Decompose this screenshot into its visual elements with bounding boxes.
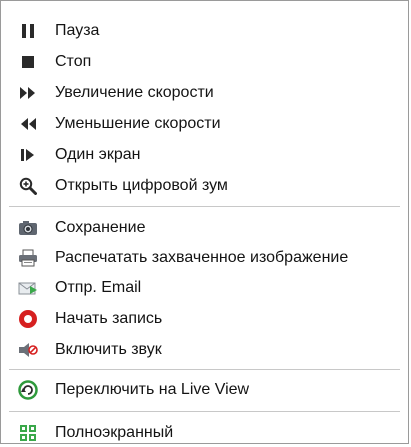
context-menu: Пауза Стоп Увеличение скорости Уменьшени… (0, 0, 409, 444)
zoom-icon (17, 175, 39, 197)
menu-item-audio[interactable]: Включить звук (1, 336, 408, 364)
menu-item-print[interactable]: Распечатать захваченное изображение (1, 244, 408, 272)
fullscreen-icon (17, 422, 39, 444)
menu-item-label: Сохранение (55, 219, 146, 236)
menu-item-live-view[interactable]: Переключить на Live View (1, 376, 408, 404)
menu-item-single-screen[interactable]: Один экран (1, 141, 408, 169)
menu-item-label: Стоп (55, 53, 92, 70)
menu-item-slow-down[interactable]: Уменьшение скорости (1, 110, 408, 138)
menu-item-label: Полноэкранный (55, 424, 174, 441)
menu-item-label: Начать запись (55, 310, 163, 327)
pause-icon (17, 20, 39, 42)
rewind-icon (17, 113, 39, 135)
menu-separator (9, 369, 400, 370)
record-icon (17, 308, 39, 330)
menu-item-record[interactable]: Начать запись (1, 305, 408, 333)
menu-item-label: Распечатать захваченное изображение (55, 249, 349, 266)
menu-item-digital-zoom[interactable]: Открыть цифровой зум (1, 172, 408, 200)
fast-forward-icon (17, 82, 39, 104)
camera-icon (17, 217, 39, 239)
menu-item-label: Один экран (55, 146, 141, 163)
menu-item-label: Переключить на Live View (55, 381, 250, 398)
menu-item-label: Включить звук (55, 341, 162, 358)
printer-icon (17, 247, 39, 269)
menu-item-label: Уменьшение скорости (55, 115, 221, 132)
stop-icon (17, 51, 39, 73)
menu-item-label: Увеличение скорости (55, 84, 214, 101)
menu-item-speed-up[interactable]: Увеличение скорости (1, 79, 408, 107)
menu-item-email[interactable]: Отпр. Email (1, 274, 408, 302)
menu-item-label: Отпр. Email (55, 279, 142, 296)
menu-item-label: Открыть цифровой зум (55, 177, 228, 194)
single-frame-icon (17, 144, 39, 166)
menu-item-save[interactable]: Сохранение (1, 214, 408, 242)
menu-item-pause[interactable]: Пауза (1, 17, 408, 45)
mute-speaker-icon (17, 339, 39, 361)
menu-separator (9, 206, 400, 207)
menu-separator (9, 411, 400, 412)
live-view-icon (17, 379, 39, 401)
menu-item-stop[interactable]: Стоп (1, 48, 408, 76)
menu-item-fullscreen[interactable]: Полноэкранный (1, 419, 408, 447)
email-icon (17, 277, 39, 299)
menu-item-label: Пауза (55, 22, 100, 39)
